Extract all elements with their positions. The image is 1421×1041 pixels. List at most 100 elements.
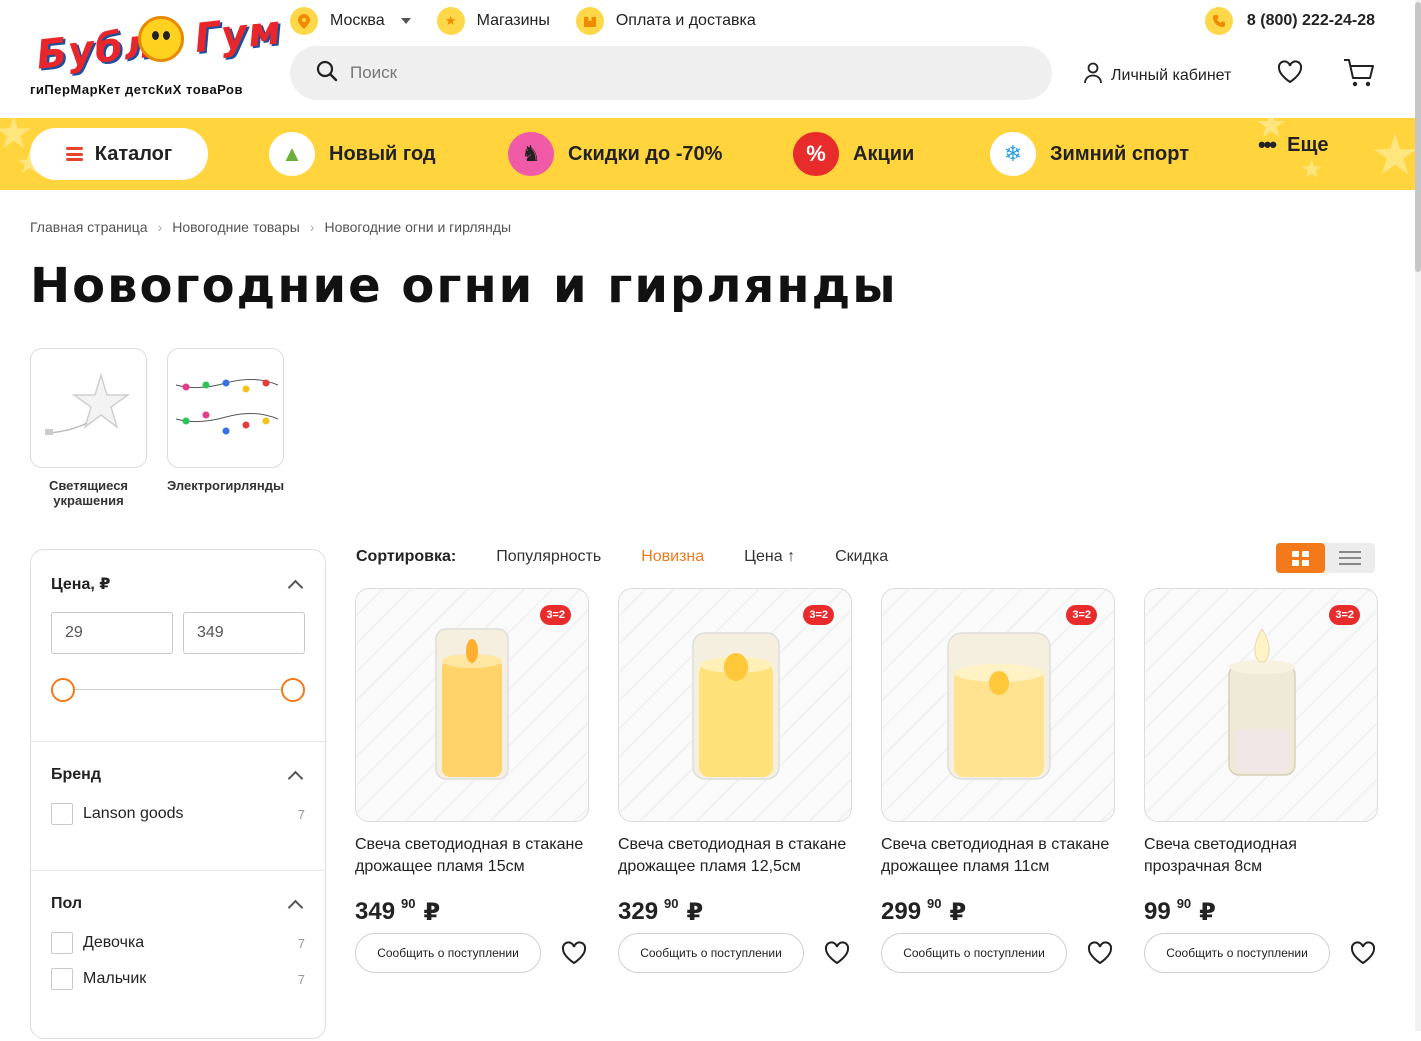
chevron-up-icon [287,770,304,786]
subcategory-list: Светящиеся украшения Электрогирлянды [30,348,284,508]
delivery-link[interactable]: Оплата и доставка [575,7,756,35]
checkbox[interactable] [51,803,73,825]
product-title[interactable]: Свеча светодиодная в стакане дрожащее пл… [618,834,852,888]
arrow-up-icon: ↑ [787,548,796,565]
favorite-heart-icon[interactable] [822,938,852,968]
chevron-up-icon [287,579,304,595]
list-icon [1338,551,1361,565]
stores-label: Магазины [476,12,550,29]
filter-gender-header[interactable]: Пол [51,895,305,915]
location-pin-icon [290,7,318,35]
filter-brand-header[interactable]: Бренд [51,766,305,786]
phone-icon [1204,7,1233,35]
filter-price-header[interactable]: Цена, ₽ [51,574,305,595]
sort-bar: Сортировка: Популярность Новизна Цена ↑ … [356,548,928,566]
filter-option: Девочка 7 [51,925,305,961]
cat-icon: ♞ [508,132,554,176]
catnav-more[interactable]: ••• Еще [1258,132,1328,158]
chevron-right-icon: › [157,219,163,235]
subcategory-glowing-decorations[interactable]: Светящиеся украшения [30,348,147,508]
subcategory-electric-garlands[interactable]: Электрогирлянды [167,348,284,508]
sort-newest[interactable]: Новизна [641,548,704,566]
product-card: 3=2 Свеча светодиодная в стакане дрожаще… [881,588,1115,973]
page-scrollbar[interactable] [1415,0,1421,1031]
subcategory-image [167,348,284,468]
currency: ₽ [1199,899,1216,926]
phone-link[interactable]: 8 (800) 222-24-28 [1204,7,1375,35]
catnav-winter-sport[interactable]: ❄ Зимний спорт [990,132,1189,176]
subcategory-label: Светящиеся украшения [48,478,129,508]
filter-title: Бренд [51,766,101,783]
sort-price[interactable]: Цена ↑ [744,548,795,566]
subcategory-image [30,348,147,468]
filter-option-boy[interactable]: Мальчик [51,968,146,990]
grid-view-button[interactable] [1276,543,1325,573]
notify-button[interactable]: Сообщить о поступлении [1144,933,1330,973]
product-title[interactable]: Свеча светодиодная в стакане дрожащее пл… [881,834,1115,888]
checkbox[interactable] [51,968,73,990]
filter-option-lanson[interactable]: Lanson goods [51,803,184,825]
slider-track [61,689,295,690]
menu-icon [65,147,83,161]
price-min-input[interactable] [51,612,173,654]
delivery-label: Оплата и доставка [615,12,756,29]
filter-option-girl[interactable]: Девочка [51,932,144,954]
tree-icon: ▲ [269,132,315,176]
scrollbar-thumb[interactable] [1415,2,1421,272]
list-view-button[interactable] [1325,543,1374,573]
filter-option: Мальчик 7 [51,961,305,997]
slider-min-handle[interactable] [51,678,75,702]
price-kop: 90 [1176,896,1192,911]
search-icon[interactable] [316,60,338,87]
product-title[interactable]: Свеча светодиодная в стакане дрожащее пл… [355,834,589,888]
decor-star-icon: ★ [1300,154,1324,184]
search-input[interactable] [350,63,950,83]
notify-button[interactable]: Сообщить о поступлении [355,933,541,973]
sort-discount[interactable]: Скидка [835,548,888,566]
promo-badge: 3=2 [803,605,834,625]
catalog-button[interactable]: Каталог [30,128,208,180]
checkbox[interactable] [51,932,73,954]
product-image[interactable]: 3=2 [355,588,589,822]
sort-popularity[interactable]: Популярность [496,548,601,566]
price-rub: 329 [618,898,659,925]
catnav-new-year[interactable]: ▲ Новый год [269,132,436,176]
favorites-heart-icon[interactable] [1277,60,1303,89]
decor-star-icon: ★ [1370,123,1415,186]
product-image[interactable]: 3=2 [881,588,1115,822]
site-header: Бубль Гум гиПерМарКет детсКиХ товаРов Мо… [0,0,1415,118]
logo[interactable]: Бубль Гум гиПерМарКет детсКиХ товаРов [30,7,284,100]
favorite-heart-icon[interactable] [1348,938,1378,968]
breadcrumb-item[interactable]: Главная страница [30,219,148,235]
sort-label: Сортировка: [356,548,457,565]
catnav-sale[interactable]: ♞ Скидки до -70% [508,132,722,176]
product-price: 99 90 ₽ [1144,896,1378,927]
catnav-promo[interactable]: % Акции [793,132,914,176]
snowflake-icon: ❄ [990,132,1036,176]
price-rub: 349 [355,898,396,925]
chevron-up-icon [287,899,304,915]
favorite-heart-icon[interactable] [559,938,589,968]
cart-icon[interactable] [1343,58,1375,93]
breadcrumb-item[interactable]: Новогодние товары [172,219,300,235]
sort-price-label: Цена [744,548,783,565]
product-card: 3=2 Свеча светодиодная в стакане дрожаще… [618,588,852,973]
product-image[interactable]: 3=2 [1144,588,1378,822]
account-link[interactable]: Личный кабинет [1083,62,1231,89]
notify-button[interactable]: Сообщить о поступлении [881,933,1067,973]
favorite-heart-icon[interactable] [1085,938,1115,968]
slider-max-handle[interactable] [281,678,305,702]
product-title[interactable]: Свеча светодиодная прозрачная 8см [1144,834,1378,888]
account-label: Личный кабинет [1111,66,1232,84]
notify-button[interactable]: Сообщить о поступлении [618,933,804,973]
catnav-label: Новый год [329,142,436,165]
city-selector[interactable]: Москва [290,7,411,35]
stores-link[interactable]: ★ Магазины [436,7,550,35]
price-max-input[interactable] [183,612,305,654]
category-bar: ★ ★ ★ ★ ★ Каталог ▲ Новый год ♞ Скидки д… [0,118,1415,190]
option-count: 7 [297,971,305,987]
product-image[interactable]: 3=2 [618,588,852,822]
filter-option: Lanson goods 7 [51,796,305,832]
filter-brand: Бренд Lanson goods 7 [31,742,325,871]
box-icon [575,7,604,35]
